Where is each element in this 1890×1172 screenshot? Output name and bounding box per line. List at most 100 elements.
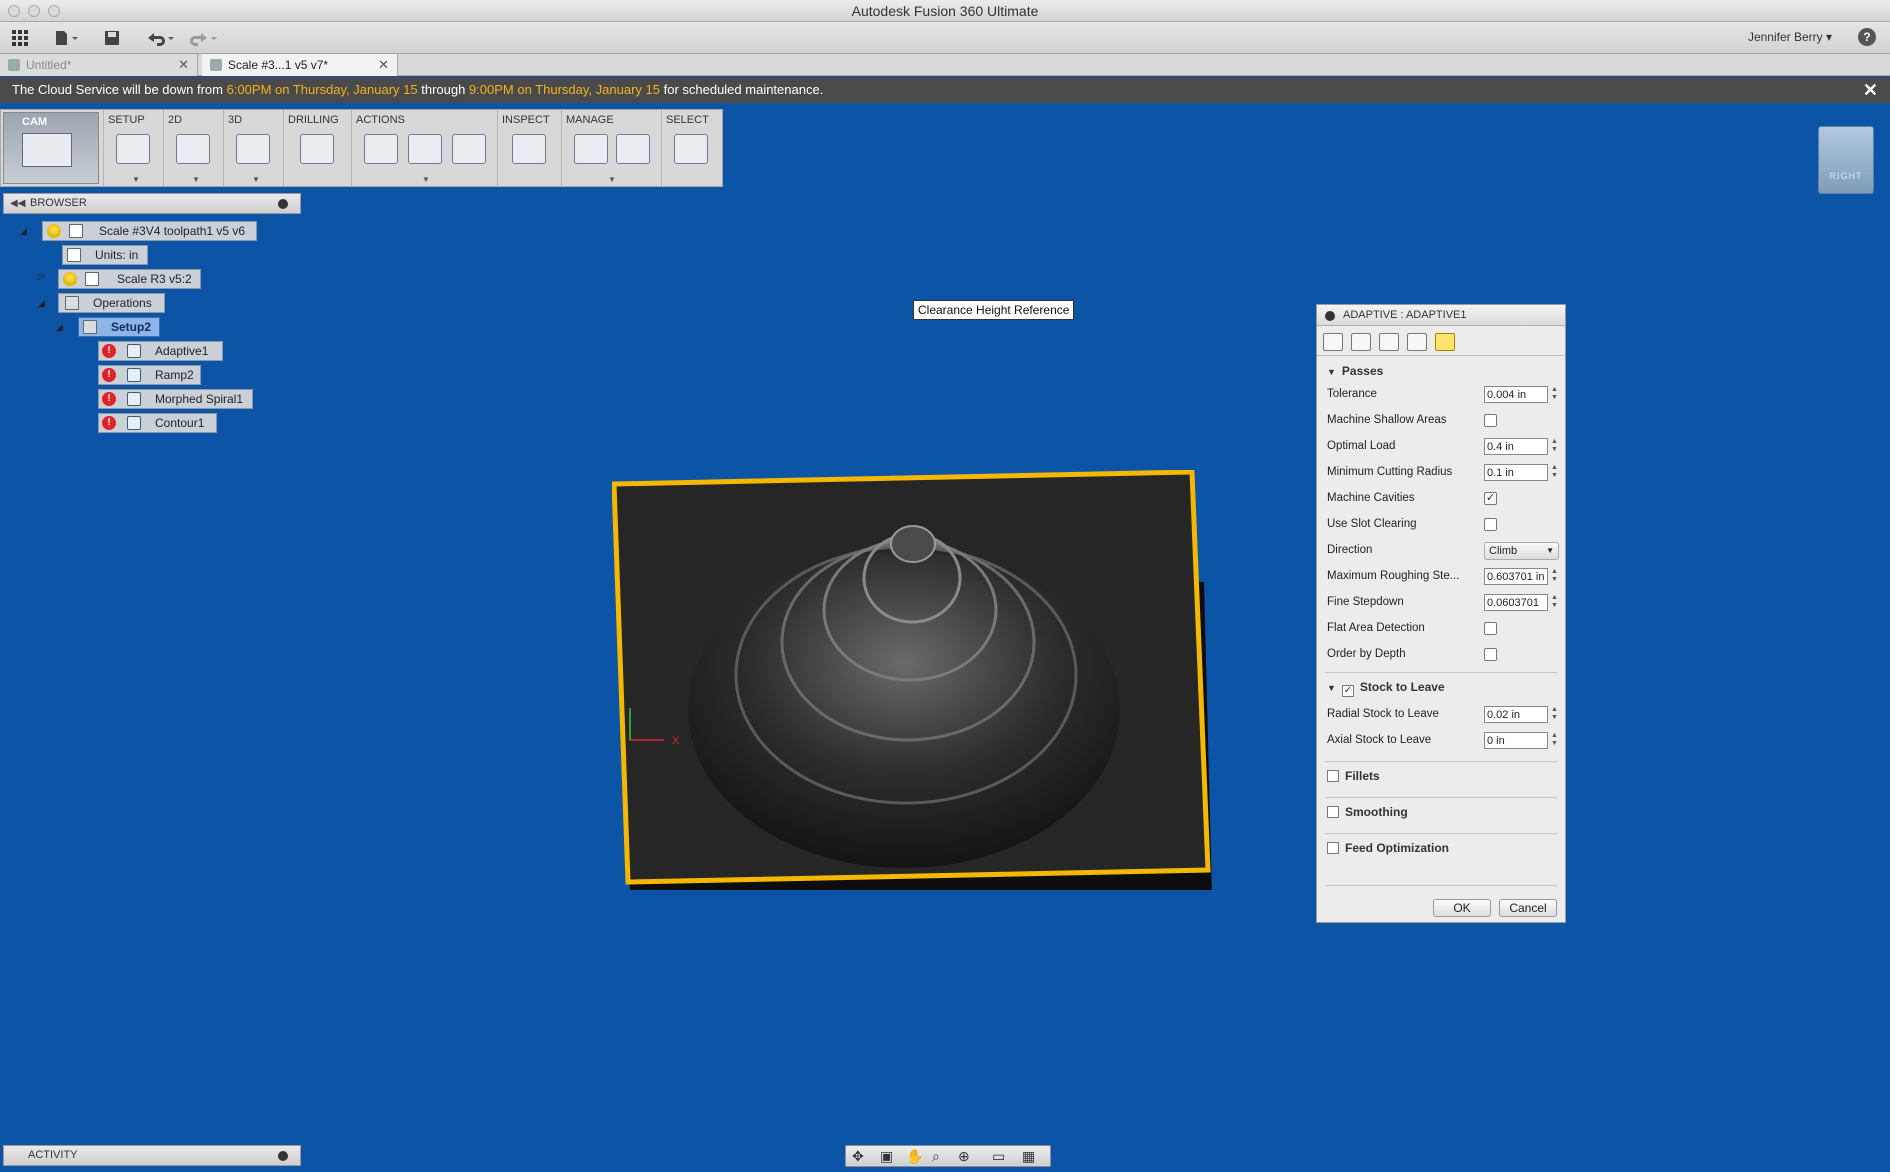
workspace-switcher[interactable]: CAM	[3, 112, 99, 184]
collapse-section-icon[interactable]: ▼	[1327, 683, 1336, 693]
browser-component-node[interactable]: Scale R3 v5:2	[58, 269, 201, 289]
tab-passes-icon[interactable]	[1407, 333, 1427, 351]
undo-icon[interactable]	[143, 27, 177, 49]
cancel-button[interactable]: Cancel	[1499, 899, 1557, 917]
tab-heights-icon[interactable]	[1379, 333, 1399, 351]
user-menu[interactable]: Jennifer Berry ▾	[1748, 30, 1832, 44]
3d-toolpath-icon[interactable]	[236, 134, 270, 164]
orbit-icon[interactable]: ✥	[852, 1148, 864, 1165]
tab-tool-icon[interactable]	[1323, 333, 1343, 351]
section-fillets[interactable]: Fillets	[1327, 769, 1380, 783]
ribbon-group-setup[interactable]: SETUP ▼	[103, 110, 163, 186]
drill-icon[interactable]	[300, 134, 334, 164]
fillets-checkbox[interactable]	[1327, 770, 1339, 782]
task-manager-icon[interactable]	[616, 134, 650, 164]
stock-to-leave-checkbox[interactable]: ✓	[1341, 685, 1354, 697]
visibility-bulb-icon[interactable]	[63, 272, 77, 286]
data-panel-grid-icon[interactable]	[10, 27, 30, 49]
ribbon-group-3d[interactable]: 3D ▼	[223, 110, 283, 186]
collapse-arrow-icon[interactable]: ◢	[38, 298, 45, 309]
close-notice-icon[interactable]: ✕	[1863, 77, 1878, 103]
axial-stock-spinner[interactable]: ▲ ▼	[1551, 732, 1558, 748]
grid-settings-icon[interactable]: ▦	[1022, 1148, 1035, 1165]
section-smoothing[interactable]: Smoothing	[1327, 805, 1408, 819]
browser-units-node[interactable]: Units: in	[62, 245, 148, 265]
direction-select[interactable]: Climb ▼	[1484, 542, 1559, 560]
measure-icon[interactable]	[512, 134, 546, 164]
save-icon[interactable]	[102, 27, 122, 49]
browser-operation-morphed-spiral1[interactable]: ! Morphed Spiral1	[98, 389, 253, 409]
browser-root-node[interactable]: Scale #3V4 toolpath1 v5 v6	[42, 221, 257, 241]
max-stepdown-input[interactable]	[1484, 568, 1548, 585]
activity-panel-header[interactable]: ACTIVITY	[3, 1145, 301, 1166]
ribbon-group-actions[interactable]: ACTIONS ▼	[351, 110, 497, 186]
tolerance-spinner[interactable]: ▲ ▼	[1551, 386, 1558, 402]
close-tab-icon[interactable]: ✕	[378, 54, 389, 76]
redo-icon[interactable]	[186, 27, 220, 49]
select-icon[interactable]	[674, 134, 708, 164]
min-radius-input[interactable]	[1484, 464, 1548, 481]
ribbon-group-drilling[interactable]: DRILLING	[283, 110, 351, 186]
order-by-depth-checkbox[interactable]	[1484, 648, 1497, 661]
simulate-icon[interactable]	[364, 134, 398, 164]
post-process-icon[interactable]	[408, 134, 442, 164]
zoom-window-icon[interactable]: ⌕	[932, 1148, 940, 1165]
dialog-header[interactable]: ADAPTIVE : ADAPTIVE1	[1317, 305, 1565, 326]
minimize-dialog-icon[interactable]	[1325, 311, 1335, 321]
collapse-arrow-icon[interactable]: ◢	[20, 226, 27, 237]
smoothing-checkbox[interactable]	[1327, 806, 1339, 818]
machine-shallow-areas-checkbox[interactable]	[1484, 414, 1497, 427]
browser-operation-adaptive1[interactable]: ! Adaptive1	[98, 341, 223, 361]
expand-panel-icon[interactable]	[278, 1151, 288, 1161]
browser-panel-header[interactable]: ◀◀ BROWSER	[3, 193, 301, 214]
browser-setup-node[interactable]: Setup2	[78, 317, 160, 337]
zoom-icon[interactable]: ⊕	[958, 1148, 970, 1165]
optimal-load-spinner[interactable]: ▲ ▼	[1551, 438, 1558, 454]
machine-cavities-checkbox[interactable]: ✓	[1484, 492, 1497, 505]
display-settings-icon[interactable]: ▭	[992, 1148, 1005, 1165]
visibility-bulb-icon[interactable]	[47, 224, 61, 238]
browser-operation-ramp2[interactable]: ! Ramp2	[98, 365, 201, 385]
tab-untitled[interactable]: Untitled* ✕	[0, 54, 198, 76]
minimize-panel-icon[interactable]	[278, 199, 288, 209]
tab-scale-document[interactable]: Scale #3...1 v5 v7* ✕	[202, 54, 398, 76]
browser-operation-contour1[interactable]: ! Contour1	[98, 413, 217, 433]
min-radius-spinner[interactable]: ▲ ▼	[1551, 464, 1558, 480]
ribbon-group-inspect[interactable]: INSPECT	[497, 110, 561, 186]
axial-stock-input[interactable]	[1484, 732, 1548, 749]
section-stock-to-leave[interactable]: ▼ ✓ Stock to Leave	[1327, 680, 1445, 697]
dropdown-arrow-icon[interactable]: ▼	[608, 175, 616, 184]
tolerance-input[interactable]	[1484, 386, 1548, 403]
optimal-load-input[interactable]	[1484, 438, 1548, 455]
max-stepdown-spinner[interactable]: ▲ ▼	[1551, 568, 1558, 584]
view-cube[interactable]: RIGHT	[1818, 126, 1874, 194]
collapse-panel-icon[interactable]: ◀◀	[10, 194, 25, 213]
dropdown-arrow-icon[interactable]: ▼	[422, 175, 430, 184]
stock-model[interactable]: X	[612, 470, 1212, 890]
ribbon-group-2d[interactable]: 2D ▼	[163, 110, 223, 186]
collapse-arrow-icon[interactable]: ◢	[56, 322, 63, 333]
help-icon[interactable]: ?	[1858, 28, 1876, 46]
file-menu-icon[interactable]	[52, 27, 82, 49]
radial-stock-spinner[interactable]: ▲ ▼	[1551, 706, 1558, 722]
section-feed-optimization[interactable]: Feed Optimization	[1327, 841, 1449, 855]
tab-linking-icon[interactable]	[1435, 333, 1455, 351]
ribbon-group-select[interactable]: SELECT	[661, 110, 723, 186]
dropdown-arrow-icon[interactable]: ▼	[252, 175, 260, 184]
dropdown-arrow-icon[interactable]: ▼	[132, 175, 140, 184]
fine-stepdown-spinner[interactable]: ▲ ▼	[1551, 594, 1558, 610]
flat-area-detection-checkbox[interactable]	[1484, 622, 1497, 635]
ribbon-group-manage[interactable]: MANAGE ▼	[561, 110, 661, 186]
setup-sheet-icon[interactable]	[452, 134, 486, 164]
section-passes[interactable]: ▼ Passes	[1327, 364, 1383, 378]
feed-optimization-checkbox[interactable]	[1327, 842, 1339, 854]
tool-library-icon[interactable]	[574, 134, 608, 164]
radial-stock-input[interactable]	[1484, 706, 1548, 723]
dropdown-arrow-icon[interactable]: ▼	[192, 175, 200, 184]
pan-hand-icon[interactable]: ✋	[906, 1148, 923, 1165]
new-setup-icon[interactable]	[116, 134, 150, 164]
ok-button[interactable]: OK	[1433, 899, 1491, 917]
fine-stepdown-input[interactable]	[1484, 594, 1548, 611]
2d-toolpath-icon[interactable]	[176, 134, 210, 164]
close-tab-icon[interactable]: ✕	[178, 54, 189, 76]
